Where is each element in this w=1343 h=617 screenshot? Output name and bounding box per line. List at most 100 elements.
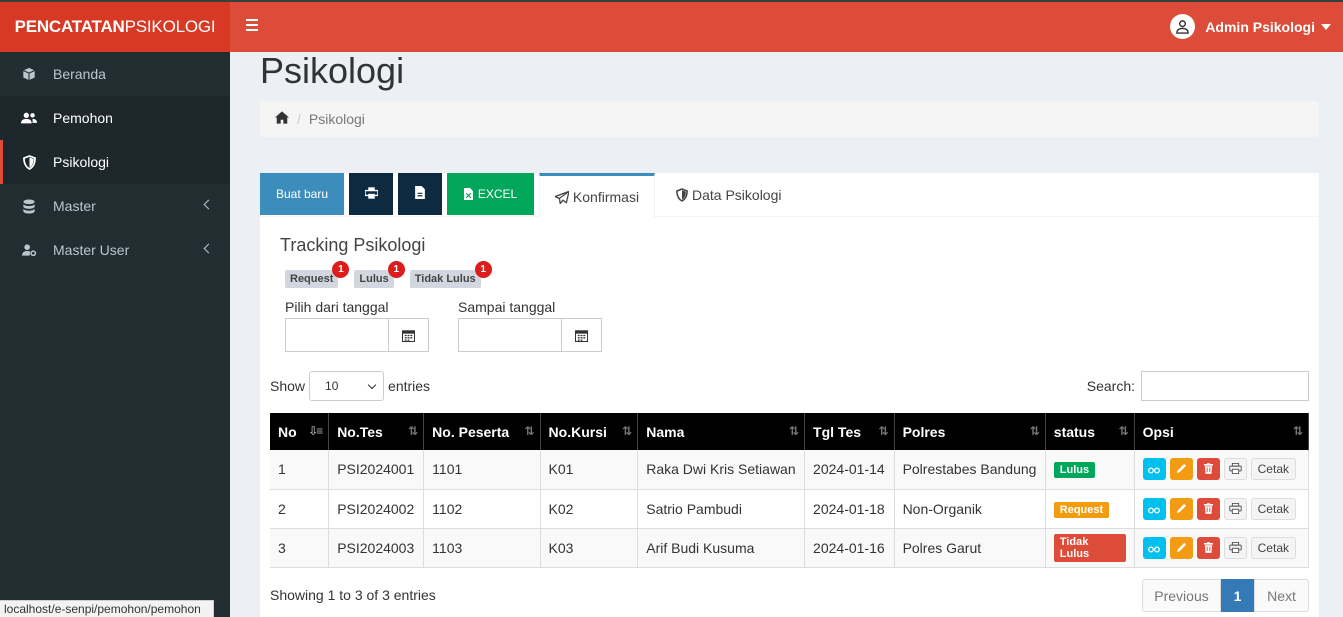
cell-status: Request bbox=[1045, 489, 1135, 529]
file-excel-icon bbox=[463, 188, 473, 200]
delete-button[interactable] bbox=[1196, 458, 1220, 481]
cell-no-peserta: 1102 bbox=[423, 489, 541, 529]
col-header-opsi[interactable]: Opsi ⇅ bbox=[1134, 413, 1310, 450]
date-to-input[interactable] bbox=[458, 318, 562, 352]
cell-no-kursi: K02 bbox=[540, 489, 639, 529]
cell-tgl-tes: 2024-01-18 bbox=[804, 489, 895, 529]
trash-icon bbox=[1203, 540, 1213, 556]
trash-icon bbox=[1203, 501, 1213, 517]
table-header-row: No ⇩≡ No.Tes ⇅ No. Peserta ⇅ No.Kursi ⇅ Nama… bbox=[270, 413, 1310, 450]
cell-no-peserta: 1101 bbox=[423, 450, 541, 490]
pagination-next[interactable]: Next bbox=[1254, 579, 1309, 612]
edit-button[interactable] bbox=[1169, 497, 1193, 520]
view-button[interactable] bbox=[1142, 497, 1166, 520]
print-icon bbox=[1228, 540, 1242, 556]
badge-lulus[interactable]: Lulus 1 bbox=[354, 261, 405, 288]
chevron-left-icon bbox=[203, 243, 214, 254]
sidebar-item-label: Master bbox=[53, 198, 96, 214]
pencil-icon bbox=[1176, 461, 1187, 477]
chevron-down-icon bbox=[367, 380, 377, 389]
pagination-page-1[interactable]: 1 bbox=[1221, 579, 1254, 612]
delete-button[interactable] bbox=[1196, 536, 1220, 559]
calendar-icon[interactable] bbox=[389, 318, 429, 352]
print-button[interactable] bbox=[349, 173, 393, 215]
cell-nama: Satrio Pambudi bbox=[637, 489, 806, 529]
col-header-tgl-tes[interactable]: Tgl Tes ⇅ bbox=[804, 413, 895, 450]
pdf-button[interactable] bbox=[398, 173, 442, 215]
print-row-button[interactable] bbox=[1223, 497, 1247, 520]
shield-icon bbox=[676, 188, 688, 202]
user-menu[interactable]: Admin Psikologi bbox=[1170, 14, 1331, 39]
sort-desc-icon: ⇩≡ bbox=[308, 424, 323, 438]
cetak-button[interactable]: Cetak bbox=[1250, 536, 1296, 559]
excel-label: EXCEL bbox=[477, 187, 518, 201]
badge-count: 1 bbox=[387, 261, 405, 278]
sort-icon: ⇅ bbox=[408, 424, 418, 438]
cell-polres: Non-Organik bbox=[894, 489, 1046, 529]
pagination-previous[interactable]: Previous bbox=[1142, 579, 1221, 612]
cetak-button[interactable]: Cetak bbox=[1250, 458, 1296, 481]
main-box: Buat baru EXCEL Konfirmasi Data Psikolog… bbox=[260, 173, 1319, 617]
tab-data-psikologi[interactable]: Data Psikologi bbox=[676, 173, 782, 217]
print-icon bbox=[1228, 501, 1242, 517]
user-name: Admin Psikologi bbox=[1205, 18, 1315, 35]
logo-text: PSIKOLOGI bbox=[124, 17, 216, 36]
col-header-polres[interactable]: Polres ⇅ bbox=[894, 413, 1046, 450]
cell-nama: Arif Budi Kusuma bbox=[637, 528, 806, 568]
col-header-no[interactable]: No ⇩≡ bbox=[270, 413, 330, 450]
hamburger-menu-icon[interactable] bbox=[246, 19, 258, 31]
col-header-no-kursi[interactable]: No.Kursi ⇅ bbox=[540, 413, 639, 450]
breadcrumb: / Psikologi bbox=[260, 101, 1319, 137]
sort-icon: ⇅ bbox=[878, 424, 889, 438]
col-header-no-peserta[interactable]: No. Peserta ⇅ bbox=[423, 413, 541, 450]
print-icon bbox=[1228, 461, 1242, 477]
app-logo[interactable]: PENCATATAN PSIKOLOGI bbox=[0, 0, 230, 52]
cell-status: Tidak Lulus bbox=[1045, 528, 1135, 568]
home-icon[interactable] bbox=[275, 111, 289, 127]
badge-tidak-lulus[interactable]: Tidak Lulus 1 bbox=[409, 261, 492, 288]
print-row-button[interactable] bbox=[1223, 458, 1247, 481]
sidebar-item-master[interactable]: Master bbox=[0, 184, 230, 228]
page-title: Psikologi bbox=[260, 50, 405, 91]
badge-request[interactable]: Request 1 bbox=[285, 261, 350, 288]
table-row: 3 PSI2024003 1103 K03 Arif Budi Kusuma 2… bbox=[270, 528, 1310, 568]
cell-polres: Polrestabes Bandung bbox=[894, 450, 1046, 490]
top-navbar: Admin Psikologi bbox=[230, 0, 1343, 52]
database-icon bbox=[21, 198, 37, 214]
entries-select[interactable]: 10 bbox=[309, 371, 385, 401]
caret-down-icon bbox=[1321, 24, 1331, 30]
col-header-status[interactable]: status ⇅ bbox=[1045, 413, 1135, 450]
print-row-button[interactable] bbox=[1223, 536, 1247, 559]
sidebar-item-psikologi[interactable]: Psikologi bbox=[0, 140, 230, 184]
search-label: Search: bbox=[1086, 378, 1135, 394]
cetak-button[interactable]: Cetak bbox=[1250, 497, 1296, 520]
edit-button[interactable] bbox=[1169, 458, 1193, 481]
breadcrumb-separator: / bbox=[297, 111, 301, 127]
date-from-group: Pilih dari tanggal bbox=[285, 299, 429, 352]
col-header-no-tes[interactable]: No.Tes ⇅ bbox=[328, 413, 425, 450]
paper-plane-icon bbox=[554, 190, 569, 204]
sidebar-item-pemohon[interactable]: Pemohon bbox=[0, 96, 230, 140]
sidebar-item-master-user[interactable]: Master User bbox=[0, 228, 230, 272]
tab-label: Konfirmasi bbox=[572, 189, 640, 205]
tab-konfirmasi[interactable]: Konfirmasi bbox=[539, 173, 655, 218]
user-avatar-icon bbox=[1170, 14, 1196, 39]
cell-no-kursi: K03 bbox=[540, 528, 639, 568]
create-new-button[interactable]: Buat baru bbox=[260, 173, 344, 215]
delete-button[interactable] bbox=[1196, 497, 1220, 520]
edit-button[interactable] bbox=[1169, 536, 1193, 559]
excel-button[interactable]: EXCEL bbox=[447, 173, 534, 215]
trash-icon bbox=[1203, 461, 1213, 477]
date-from-input[interactable] bbox=[285, 318, 389, 352]
sidebar-item-beranda[interactable]: Beranda bbox=[0, 52, 230, 96]
view-button[interactable] bbox=[1142, 536, 1166, 559]
search-input[interactable] bbox=[1141, 371, 1309, 401]
cell-status: Lulus bbox=[1045, 450, 1135, 490]
cell-no: 1 bbox=[270, 450, 330, 490]
calendar-icon[interactable] bbox=[562, 318, 602, 352]
view-button[interactable] bbox=[1142, 458, 1166, 481]
cell-nama: Raka Dwi Kris Setiawan bbox=[637, 450, 806, 490]
glasses-icon bbox=[1148, 540, 1161, 556]
sort-icon: ⇅ bbox=[524, 424, 534, 438]
col-header-nama[interactable]: Nama ⇅ bbox=[637, 413, 806, 450]
